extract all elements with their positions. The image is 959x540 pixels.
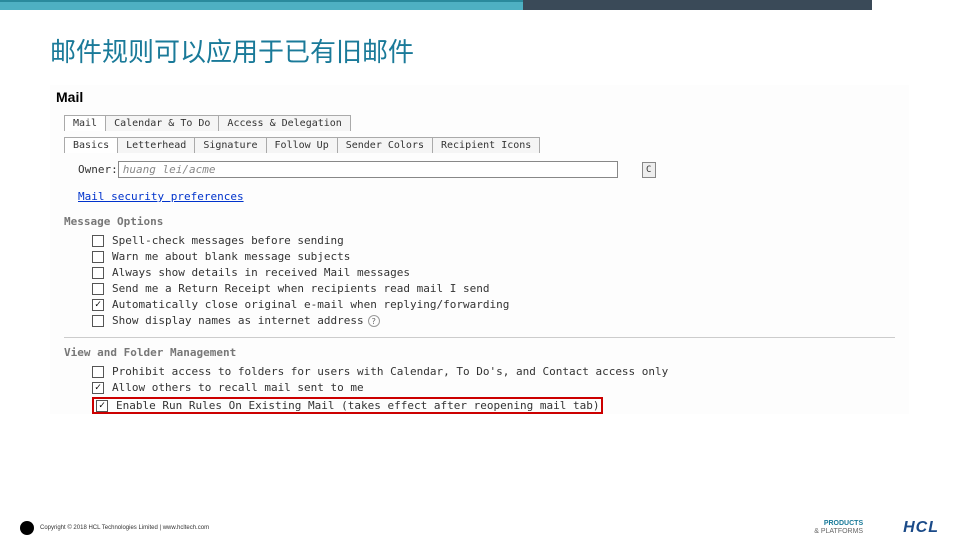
view-folder-option-checkbox-2[interactable] <box>96 400 108 412</box>
main-tab-access-delegation[interactable]: Access & Delegation <box>218 115 350 131</box>
view-folder-option-checkbox-1[interactable] <box>92 382 104 394</box>
main-tab-calendar-to-do[interactable]: Calendar & To Do <box>105 115 219 131</box>
message-option-checkbox-4[interactable] <box>92 299 104 311</box>
message-option-row: Automatically close original e-mail when… <box>92 298 909 311</box>
top-accent-bar <box>0 0 959 10</box>
view-folder-header: View and Folder Management <box>64 346 909 359</box>
view-folder-option-row: Enable Run Rules On Existing Mail (takes… <box>92 397 909 414</box>
message-option-label: Spell-check messages before sending <box>112 234 344 247</box>
message-option-checkbox-0[interactable] <box>92 235 104 247</box>
sub-tab-basics[interactable]: Basics <box>64 137 118 153</box>
section-divider <box>64 337 895 338</box>
owner-picker-button[interactable]: C <box>642 162 656 178</box>
help-icon[interactable]: ? <box>368 315 380 327</box>
view-folder-option-label: Prohibit access to folders for users wit… <box>112 365 668 378</box>
message-option-row: Spell-check messages before sending <box>92 234 909 247</box>
message-option-label: Send me a Return Receipt when recipients… <box>112 282 490 295</box>
message-option-checkbox-2[interactable] <box>92 267 104 279</box>
main-tab-mail[interactable]: Mail <box>64 115 106 131</box>
products-platforms-logo: PRODUCTS & PLATFORMS <box>814 520 863 536</box>
footer-bullet-icon <box>20 521 34 535</box>
message-option-checkbox-1[interactable] <box>92 251 104 263</box>
sub-tab-follow-up[interactable]: Follow Up <box>266 137 338 153</box>
hcl-logo: HCL <box>903 519 939 537</box>
owner-input[interactable] <box>118 161 618 178</box>
message-option-label: Show display names as internet address <box>112 314 364 327</box>
message-option-label: Always show details in received Mail mes… <box>112 266 410 279</box>
view-folder-option-label: Allow others to recall mail sent to me <box>112 381 364 394</box>
view-folder-option-label: Enable Run Rules On Existing Mail (takes… <box>116 399 599 412</box>
message-option-row: Warn me about blank message subjects <box>92 250 909 263</box>
panel-header: Mail <box>50 85 909 109</box>
message-option-row: Show display names as internet address? <box>92 314 909 327</box>
message-option-row: Send me a Return Receipt when recipients… <box>92 282 909 295</box>
message-option-checkbox-5[interactable] <box>92 315 104 327</box>
message-option-label: Warn me about blank message subjects <box>112 250 350 263</box>
message-option-label: Automatically close original e-mail when… <box>112 298 509 311</box>
slide-footer: Copyright © 2018 HCL Technologies Limite… <box>0 516 959 540</box>
sub-tab-sender-colors[interactable]: Sender Colors <box>337 137 433 153</box>
view-folder-option-checkbox-0[interactable] <box>92 366 104 378</box>
footer-copyright: Copyright © 2018 HCL Technologies Limite… <box>40 525 814 531</box>
sub-tab-row: BasicsLetterheadSignatureFollow UpSender… <box>64 137 909 153</box>
main-tab-row: MailCalendar & To DoAccess & Delegation <box>64 115 909 131</box>
message-option-checkbox-3[interactable] <box>92 283 104 295</box>
message-option-row: Always show details in received Mail mes… <box>92 266 909 279</box>
view-folder-option-row: Prohibit access to folders for users wit… <box>92 365 909 378</box>
message-options-header: Message Options <box>64 215 909 228</box>
owner-label: Owner: <box>78 163 118 176</box>
slide-title: 邮件规则可以应用于已有旧邮件 <box>50 32 909 69</box>
sub-tab-signature[interactable]: Signature <box>194 137 266 153</box>
mail-preferences-panel: Mail MailCalendar & To DoAccess & Delega… <box>50 85 909 414</box>
mail-security-link[interactable]: Mail security preferences <box>78 190 244 203</box>
sub-tab-letterhead[interactable]: Letterhead <box>117 137 195 153</box>
view-folder-option-row: Allow others to recall mail sent to me <box>92 381 909 394</box>
sub-tab-recipient-icons[interactable]: Recipient Icons <box>432 137 540 153</box>
